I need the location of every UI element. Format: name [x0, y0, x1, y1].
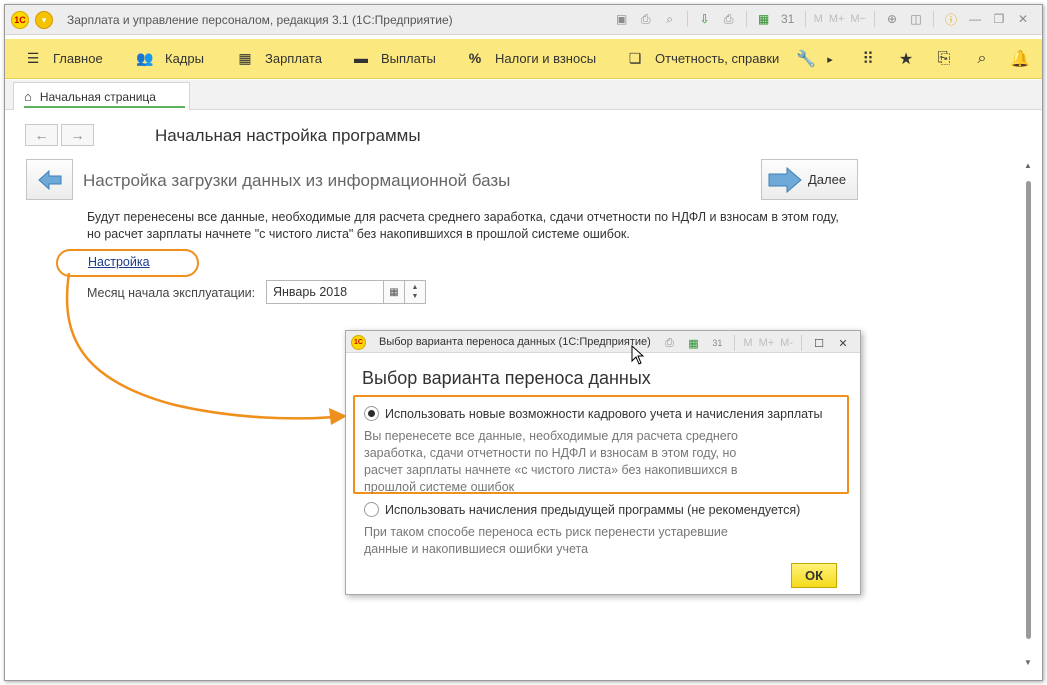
description-line: прошлой системе ошибок	[364, 480, 515, 494]
divider	[801, 335, 802, 351]
memory-mminus-button[interactable]: M-	[780, 334, 793, 352]
transfer-option-dialog: 1С Выбор варианта переноса данных (1С:Пр…	[345, 330, 861, 595]
option-description: Вы перенесете все данные, необходимые дл…	[364, 428, 738, 496]
dialog-toolbar: ⎙ ▦ 31 M M+ M- ☐ ✕	[660, 334, 852, 352]
calculator-icon[interactable]: ▦	[684, 334, 702, 352]
option-description: При таком способе переноса есть риск пер…	[364, 524, 728, 558]
radio-button[interactable]	[364, 502, 379, 517]
option-label: Использовать новые возможности кадрового…	[385, 406, 823, 421]
dialog-heading: Выбор варианта переноса данных	[362, 368, 651, 388]
memory-m-button[interactable]: M	[743, 334, 752, 352]
description-line: заработка, сдачи отчетности по НДФЛ и вз…	[364, 446, 737, 460]
description-line: Вы перенесете все данные, необходимые дл…	[364, 429, 738, 443]
close-icon[interactable]: ✕	[834, 334, 852, 352]
description-line: При таком способе переноса есть риск пер…	[364, 525, 728, 539]
divider	[734, 335, 736, 351]
dialog-title-bar: 1С Выбор варианта переноса данных (1С:Пр…	[346, 331, 860, 353]
app-window: 1С ▾ Зарплата и управление персоналом, р…	[4, 4, 1043, 681]
radio-dot-icon	[368, 410, 375, 417]
option-new-features[interactable]: Использовать новые возможности кадрового…	[364, 406, 823, 421]
1c-logo-icon: 1С	[351, 335, 366, 350]
restore-icon[interactable]: ☐	[810, 334, 828, 352]
description-line: расчет зарплаты начнете «с чистого листа…	[364, 463, 738, 477]
option-previous-program[interactable]: Использовать начисления предыдущей прогр…	[364, 502, 800, 517]
memory-mplus-button[interactable]: M+	[759, 334, 775, 352]
printer-icon[interactable]: ⎙	[660, 334, 678, 352]
calendar-icon[interactable]: 31	[708, 334, 726, 352]
dialog-window-title: Выбор варианта переноса данных (1С:Предп…	[379, 336, 651, 348]
radio-button-selected[interactable]	[364, 406, 379, 421]
option-label: Использовать начисления предыдущей прогр…	[385, 502, 801, 517]
description-line: данные и накопившиеся ошибки учета	[364, 542, 589, 556]
mouse-cursor-icon	[631, 345, 645, 365]
ok-button[interactable]: ОК	[791, 563, 837, 588]
